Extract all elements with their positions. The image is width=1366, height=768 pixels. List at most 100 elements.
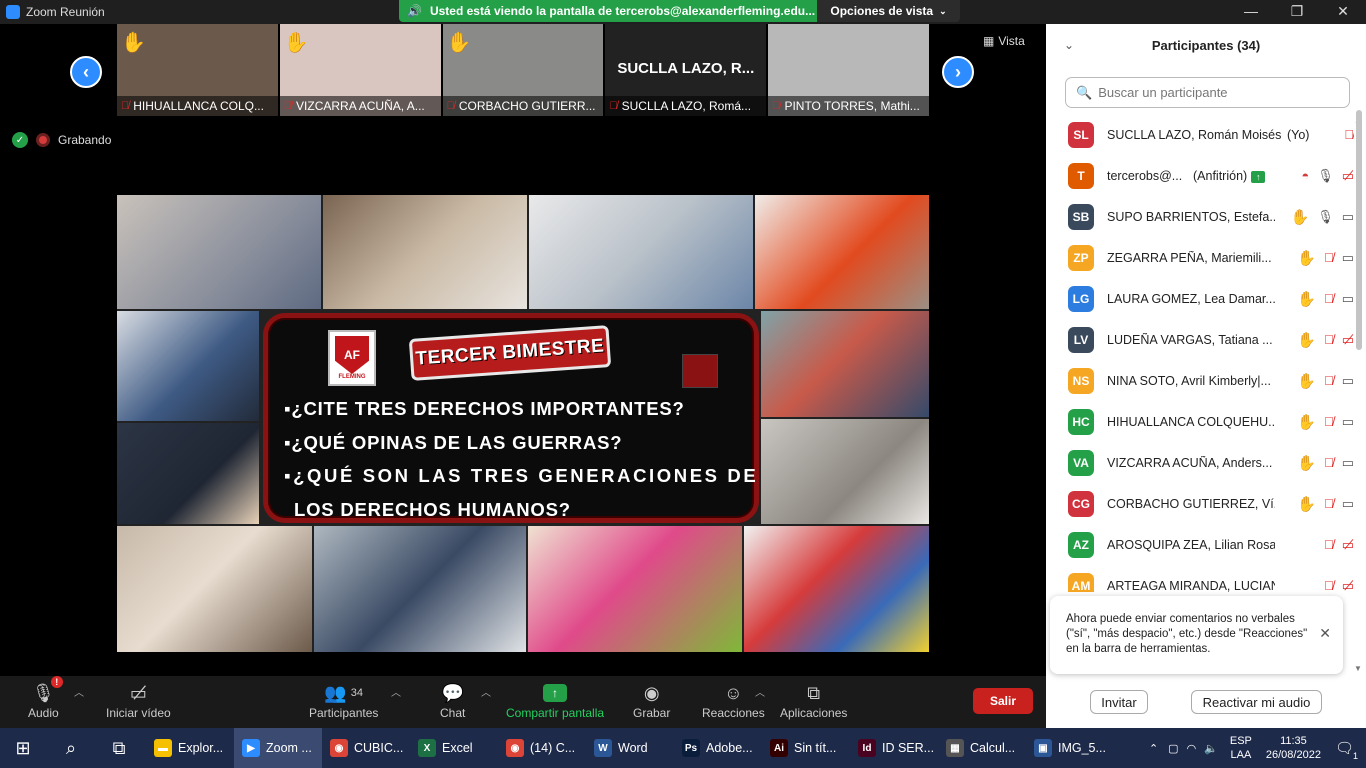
panel-title: Participantes (34) [1151, 37, 1261, 53]
participant-row[interactable]: AZ AROSQUIPA ZEA, Lilian Rosario... 🎙̸ ▭̸ [1046, 524, 1354, 565]
taskbar-app-button[interactable]: ▣ IMG_5... [1026, 728, 1114, 768]
participant-video-tile[interactable]: ✋ 🎙̸ VIZCARRA ACUÑA, A... [279, 24, 441, 116]
participant-row[interactable]: HC HIHUALLANCA COLQUEHU... ✋ 🎙̸ ▭ [1046, 401, 1354, 442]
task-view-button[interactable]: ⧉ [96, 728, 142, 768]
tile-caption: 🎙̸ CORBACHO GUTIERR... [442, 96, 604, 116]
participant-status-icons: ✋ 🎙̸ ▭ [1297, 249, 1354, 267]
search-icon: ⌕ [65, 737, 77, 758]
chevron-left-icon: ‹ [83, 61, 89, 82]
slide-banner: TERCER BIMESTRE [408, 325, 612, 381]
taskbar-app-button[interactable]: ◉ CUBIC... [322, 728, 410, 768]
recording-label: Grabando [58, 133, 112, 147]
grid-icon: ▦ [983, 34, 995, 48]
raised-hand-icon: ✋ [1297, 372, 1316, 390]
clock[interactable]: 11:35 26/08/2022 [1266, 734, 1321, 762]
network-icon[interactable]: ◠ [1187, 742, 1197, 755]
minimize-button[interactable]: — [1228, 0, 1274, 22]
taskbar-app-button[interactable]: Ai Sin tít... [762, 728, 850, 768]
mic-muted-icon: 🎙̸ [1323, 414, 1334, 429]
app-icon: Id [858, 739, 876, 757]
invite-button[interactable]: Invitar [1090, 690, 1148, 714]
participant-row[interactable]: AM ARTEAGA MIRANDA, LUCIANA ... 🎙̸ ▭̸ [1046, 565, 1354, 592]
participants-button[interactable]: 👥 34 Participantes [309, 680, 378, 721]
taskbar-app-button[interactable]: Ps Adobe... [674, 728, 762, 768]
participant-row[interactable]: Ttercerobs@... (Anfitrión) ↑ ◓ 🎙 ▭̸ [1046, 155, 1354, 196]
decorative-square [682, 354, 718, 388]
record-button[interactable]: ◉ Grabar [633, 680, 670, 721]
chevron-up-icon[interactable]: ⌃ [1149, 742, 1158, 755]
tile-caption: 🎙̸ VIZCARRA ACUÑA, A... [279, 96, 441, 116]
participant-row[interactable]: VA VIZCARRA ACUÑA, Anders... ✋ 🎙̸ ▭ [1046, 442, 1354, 483]
notifications-button[interactable]: 🗨 1 [1335, 739, 1358, 761]
mic-muted-icon: 🎙̸ [609, 100, 618, 112]
taskbar-app-button[interactable]: W Word [586, 728, 674, 768]
scroll-down-arrow[interactable]: ▼ [1354, 664, 1362, 673]
collage-photo [117, 311, 259, 421]
audio-options-caret[interactable]: ︿ [74, 684, 84, 699]
taskbar-app-button[interactable]: ◉ (14) C... [498, 728, 586, 768]
participant-role-tag: (Anfitrión) ↑ [1193, 169, 1266, 183]
lang-top: ESP [1229, 735, 1252, 747]
participant-row[interactable]: ZP ZEGARRA PEÑA, Mariemili... ✋ 🎙̸ ▭ [1046, 237, 1354, 278]
apps-button[interactable]: ⧉ Aplicaciones [780, 680, 847, 721]
taskbar-app-button[interactable]: ▦ Calcul... [938, 728, 1026, 768]
participants-panel: ⌄ Participantes (34) 🔍 Buscar un partici… [1046, 24, 1366, 728]
participant-video-tile[interactable]: ✋ 🎙̸ HIHUALLANCA COLQ... [117, 24, 278, 116]
app-icon: X [418, 739, 436, 757]
unmute-button[interactable]: Reactivar mi audio [1191, 690, 1322, 714]
shared-slide: AF FLEMING TERCER BIMESTRE ▪¿CITE TRES D… [117, 195, 929, 652]
taskbar-app-button[interactable]: Id ID SER... [850, 728, 938, 768]
avatar: CG [1068, 490, 1094, 517]
apps-icon: ⧉ [807, 682, 821, 703]
close-window-button[interactable]: ✕ [1320, 0, 1366, 22]
participant-row[interactable]: LG LAURA GOMEZ, Lea Damar... ✋ 🎙̸ ▭ [1046, 278, 1354, 319]
participant-row[interactable]: LV LUDEÑA VARGAS, Tatiana ... ✋ 🎙̸ ▭̸ [1046, 319, 1354, 360]
mic-muted-icon: 🎙̸ [1323, 250, 1334, 265]
collage-photo [744, 526, 929, 652]
meeting-toolbar: 🎙! Audio ︿ ▭̸ Iniciar vídeo 👥 34 Particip… [0, 676, 1046, 728]
reactions-options-caret[interactable]: ︿ [755, 684, 765, 699]
search-button[interactable]: ⌕ [48, 728, 94, 768]
raised-hand-icon: ✋ [1297, 249, 1316, 267]
next-page-button[interactable]: › [942, 56, 974, 88]
participant-status-icons: ✋ 🎙̸ ▭ [1297, 372, 1354, 390]
taskbar-app-label: Calcul... [970, 741, 1016, 755]
collage-photo [761, 311, 929, 417]
share-label: Compartir pantalla [506, 706, 605, 720]
participant-list-scrollbar[interactable] [1356, 110, 1362, 350]
maximize-button[interactable]: ❐ [1274, 0, 1320, 22]
participant-row[interactable]: SL SUCLLA LAZO, Román Moisés|... (Yo) 🎙̸ [1046, 114, 1354, 155]
taskbar-app-button[interactable]: ▬ Explor... [146, 728, 234, 768]
view-options-button[interactable]: Opciones de vista ⌄ [817, 0, 960, 22]
participant-status-icons: ✋ 🎙̸ ▭ [1297, 454, 1354, 472]
meet-now-icon[interactable]: ▢ [1168, 742, 1178, 755]
notification-count: 1 [1352, 751, 1358, 761]
participant-video-tile[interactable]: SUCLLA LAZO, R... 🎙̸ SUCLLA LAZO, Romá... [605, 24, 767, 116]
start-video-button[interactable]: ▭̸ Iniciar vídeo [106, 680, 171, 721]
chat-options-caret[interactable]: ︿ [481, 684, 491, 699]
chat-button[interactable]: 💬 Chat [440, 680, 465, 721]
participant-video-tile[interactable]: 🎙̸ PINTO TORRES, Mathi... [768, 24, 929, 116]
taskbar-app-button[interactable]: X Excel [410, 728, 498, 768]
participant-video-tile[interactable]: ✋ 🎙̸ CORBACHO GUTIERR... [442, 24, 604, 116]
participant-row[interactable]: NS NINA SOTO, Avril Kimberly|... ✋ 🎙̸ ▭ [1046, 360, 1354, 401]
cloud-record-icon: ◓ [1301, 168, 1310, 183]
participants-options-caret[interactable]: ︿ [391, 684, 401, 699]
close-icon[interactable]: ✕ [1319, 626, 1331, 641]
avatar: AZ [1068, 531, 1094, 558]
audio-button[interactable]: 🎙! Audio [28, 676, 63, 720]
taskbar-app-label: Zoom ... [266, 741, 312, 755]
view-button[interactable]: ▦ Vista [983, 34, 1025, 48]
prev-page-button[interactable]: ‹ [70, 56, 102, 88]
participant-row[interactable]: CG CORBACHO GUTIERREZ, Ví... ✋ 🎙̸ ▭ [1046, 483, 1354, 524]
participant-status-icons: ✋ 🎙̸ ▭ [1297, 290, 1354, 308]
language-indicator[interactable]: ESP LAA [1230, 734, 1252, 762]
windows-start-button[interactable]: ⊞ [0, 728, 46, 768]
share-screen-button[interactable]: ↑ Compartir pantalla [506, 680, 604, 720]
leave-button[interactable]: Salir [973, 688, 1033, 714]
video-stage: ‹ › ▦ Vista ✋ 🎙̸ HIHUALLANCA COLQ... ✋ 🎙̸ VIZ… [0, 24, 1046, 676]
taskbar-app-button[interactable]: ▶ Zoom ... [234, 728, 322, 768]
participant-row[interactable]: SB SUPO BARRIENTOS, Estefa... ✋ 🎙 ▭ [1046, 196, 1354, 237]
volume-icon[interactable]: 🔈 [1204, 742, 1218, 755]
participant-search-input[interactable]: 🔍 Buscar un participante [1065, 77, 1350, 108]
